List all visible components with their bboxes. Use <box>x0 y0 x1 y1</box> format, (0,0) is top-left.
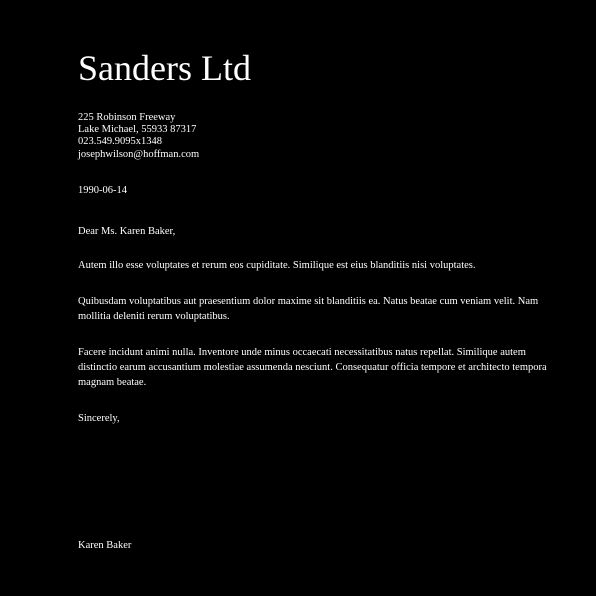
body-paragraph: Quibusdam voluptatibus aut praesentium d… <box>78 296 539 323</box>
letter-date: 1990-06-14 <box>78 185 127 196</box>
address-city-line: Lake Michael, 55933 87317 <box>78 124 197 136</box>
salutation: Dear Ms. Karen Baker, <box>78 226 176 237</box>
address-street: 225 Robinson Freeway <box>78 112 176 123</box>
signature-name: Karen Baker <box>78 540 132 551</box>
address-phone: 023.549.9095x1348 <box>78 136 162 148</box>
body-paragraph: Autem illo esse voluptates et rerum eos … <box>78 260 476 271</box>
sender-address: 225 Robinson Freeway Lake Michael, 55933… <box>78 112 199 161</box>
closing: Sincerely, <box>78 413 120 424</box>
body-paragraph: Facere incidunt animi nulla. Inventore u… <box>78 347 547 389</box>
company-name: Sanders Ltd <box>78 48 251 88</box>
address-email: josephwilson@hoffman.com <box>78 148 200 160</box>
